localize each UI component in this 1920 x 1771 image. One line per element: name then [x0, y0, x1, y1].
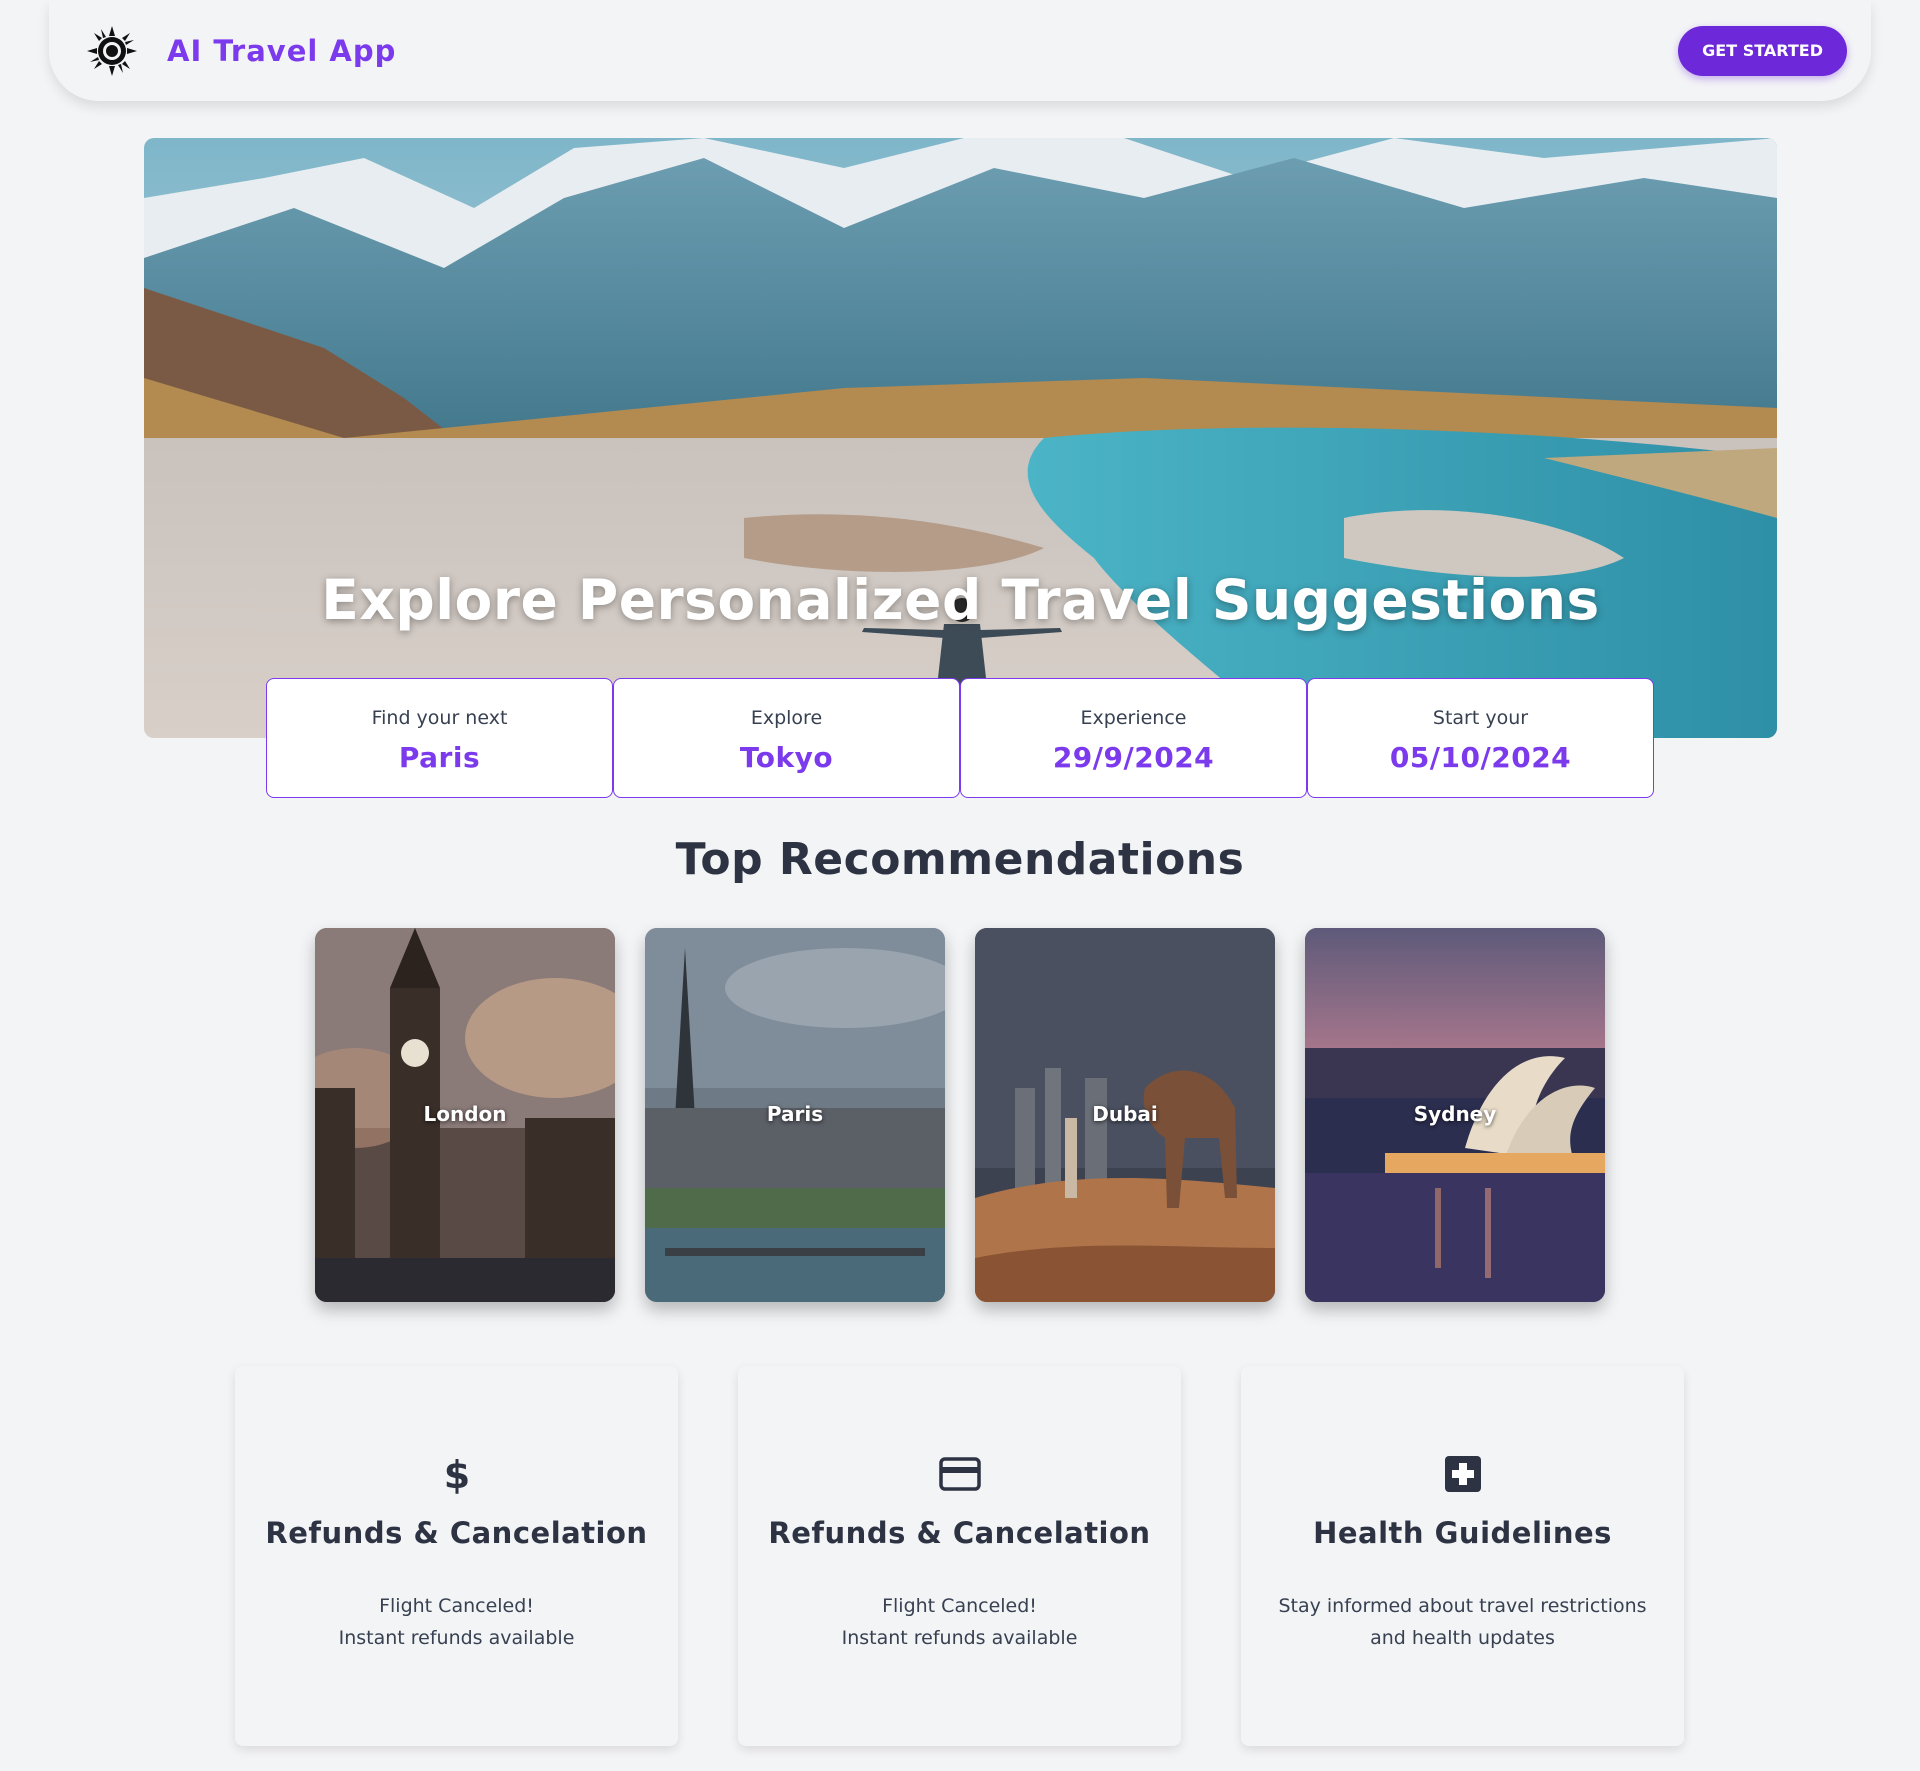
get-started-button[interactable]: GET STARTED [1678, 25, 1847, 76]
feature-description: Stay informed about travel restrictions … [1241, 1590, 1684, 1654]
info-label: Experience [1080, 707, 1187, 729]
recommendation-card-paris[interactable]: Paris [645, 928, 945, 1302]
feature-description: Flight Canceled! Instant refunds availab… [738, 1590, 1181, 1654]
info-value: Paris [398, 741, 481, 774]
feature-desc-line: Flight Canceled! [379, 1595, 534, 1617]
svg-text:$: $ [443, 1454, 469, 1494]
info-box-explore[interactable]: Explore Tokyo [613, 678, 960, 798]
feature-desc-line: Instant refunds available [338, 1627, 575, 1649]
info-box-destination[interactable]: Find your next Paris [266, 678, 613, 798]
credit-card-icon [738, 1452, 1181, 1496]
medical-plus-icon [1241, 1452, 1684, 1496]
trip-summary: Find your next Paris Explore Tokyo Exper… [266, 678, 1654, 798]
info-value: Tokyo [739, 741, 834, 774]
feature-title: Health Guidelines [1313, 1516, 1612, 1550]
info-value: 05/10/2024 [1389, 741, 1572, 774]
hero-image [144, 138, 1777, 738]
brand-name: AI Travel App [167, 33, 397, 68]
recommendation-cards: London Paris Dubai Sydney [315, 928, 1605, 1302]
hero-banner: Explore Personalized Travel Suggestions [144, 138, 1777, 738]
info-label: Explore [750, 707, 823, 729]
recommendation-card-sydney[interactable]: Sydney [1305, 928, 1605, 1302]
info-label: Find your next [371, 707, 508, 729]
feature-desc-line: Stay informed about travel restrictions [1278, 1595, 1647, 1617]
sun-eclipse-icon [87, 25, 137, 76]
info-value: 29/9/2024 [1052, 741, 1215, 774]
card-label: London [423, 1102, 507, 1126]
feature-description: Flight Canceled! Instant refunds availab… [235, 1590, 678, 1654]
recommendations-title: Top Recommendations [675, 834, 1245, 885]
feature-desc-line: Flight Canceled! [882, 1595, 1037, 1617]
info-label: Start your [1432, 707, 1529, 729]
recommendation-card-dubai[interactable]: Dubai [975, 928, 1275, 1302]
site-header: AI Travel App GET STARTED [49, 0, 1871, 101]
recommendation-card-london[interactable]: London [315, 928, 615, 1302]
card-label: Sydney [1413, 1102, 1497, 1126]
hero-title: Explore Personalized Travel Suggestions [321, 568, 1600, 632]
dollar-icon: $ [235, 1452, 678, 1496]
brand[interactable]: AI Travel App [85, 24, 396, 78]
feature-card-refunds: $ Refunds & Cancelation Flight Canceled!… [235, 1366, 678, 1746]
card-label: Paris [766, 1102, 824, 1126]
feature-title: Refunds & Cancelation [768, 1516, 1151, 1550]
feature-cards: $ Refunds & Cancelation Flight Canceled!… [235, 1366, 1684, 1746]
feature-card-health: Health Guidelines Stay informed about tr… [1241, 1366, 1684, 1746]
feature-desc-line: Instant refunds available [841, 1627, 1078, 1649]
feature-desc-line: and health updates [1370, 1627, 1555, 1649]
feature-title: Refunds & Cancelation [265, 1516, 648, 1550]
info-box-start-date[interactable]: Experience 29/9/2024 [960, 678, 1307, 798]
feature-card-cancelation: Refunds & Cancelation Flight Canceled! I… [738, 1366, 1181, 1746]
card-label: Dubai [1092, 1102, 1158, 1126]
info-box-end-date[interactable]: Start your 05/10/2024 [1307, 678, 1654, 798]
